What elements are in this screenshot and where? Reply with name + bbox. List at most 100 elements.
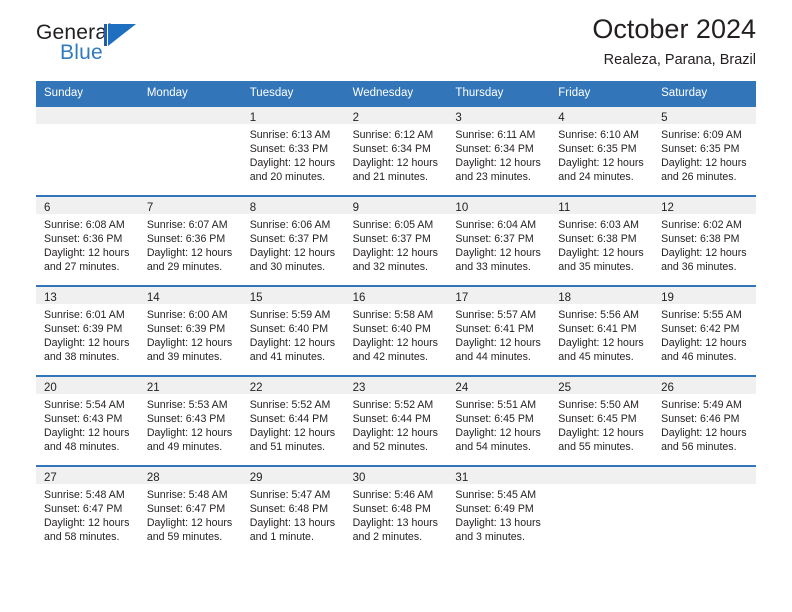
day-cell[interactable]: 8 Sunrise: 6:06 AM Sunset: 6:37 PM Daylight… — [241, 196, 345, 285]
daylight-text: Daylight: 12 hours and 45 minutes. — [558, 336, 644, 363]
daylight-text: Daylight: 12 hours and 54 minutes. — [455, 426, 541, 453]
sunset-text: Sunset: 6:41 PM — [558, 322, 637, 335]
sunset-text: Sunset: 6:48 PM — [249, 502, 329, 515]
day-cell[interactable]: 2 Sunrise: 6:12 AM Sunset: 6:34 PM Daylight… — [344, 106, 448, 195]
daylight-text: Daylight: 13 hours and 3 minutes. — [455, 516, 541, 543]
day-number-band — [138, 106, 242, 124]
day-cell[interactable]: 1 Sunrise: 6:13 AM Sunset: 6:33 PM Daylight… — [241, 106, 345, 195]
day-cell[interactable]: 6 Sunrise: 6:08 AM Sunset: 6:36 PM Daylight… — [36, 196, 139, 285]
day-cell[interactable]: 18 Sunrise: 5:56 AM Sunset: 6:41 PM Dayligh… — [550, 286, 654, 375]
day-cell[interactable]: 12 Sunrise: 6:02 AM Sunset: 6:38 PM Dayligh… — [653, 196, 756, 285]
sunrise-text: Sunrise: 5:47 AM — [249, 488, 331, 501]
day-cell[interactable]: 29 Sunrise: 5:47 AM Sunset: 6:48 PM Dayligh… — [241, 466, 345, 555]
daylight-text: Daylight: 12 hours and 51 minutes. — [249, 426, 336, 453]
day-number: 26 — [661, 381, 674, 394]
day-cell[interactable]: 9 Sunrise: 6:05 AM Sunset: 6:37 PM Daylight… — [344, 196, 448, 285]
sunset-text: Sunset: 6:39 PM — [44, 322, 123, 335]
day-number-band — [36, 106, 139, 124]
day-details: Sunrise: 5:52 AM Sunset: 6:44 PM Daylight:… — [345, 394, 448, 454]
day-number: 1 — [249, 111, 257, 124]
sunset-text: Sunset: 6:36 PM — [44, 232, 123, 245]
weekday-header-sunday: Sunday — [44, 87, 84, 99]
day-cell[interactable]: 4 Sunrise: 6:10 AM Sunset: 6:35 PM Daylight… — [550, 106, 654, 195]
day-number-band: 11 — [550, 196, 654, 214]
day-cell[interactable]: 27 Sunrise: 5:48 AM Sunset: 6:47 PM Dayligh… — [36, 466, 139, 555]
sunrise-text: Sunrise: 6:12 AM — [352, 128, 434, 141]
day-details: Sunrise: 6:10 AM Sunset: 6:35 PM Daylight:… — [550, 124, 653, 184]
day-cell-empty — [138, 106, 242, 195]
day-cell[interactable]: 15 Sunrise: 5:59 AM Sunset: 6:40 PM Dayligh… — [241, 286, 345, 375]
day-number-band: 12 — [653, 196, 756, 214]
general-blue-logo[interactable]: General Blue — [36, 22, 156, 68]
day-number: 16 — [352, 291, 366, 304]
day-details: Sunrise: 5:51 AM Sunset: 6:45 PM Daylight:… — [447, 394, 550, 454]
day-cell[interactable]: 14 Sunrise: 6:00 AM Sunset: 6:39 PM Dayligh… — [138, 286, 242, 375]
day-cell[interactable]: 26 Sunrise: 5:49 AM Sunset: 6:46 PM Dayligh… — [653, 376, 756, 465]
sunrise-text: Sunrise: 5:54 AM — [44, 398, 125, 411]
day-cell[interactable]: 20 Sunrise: 5:54 AM Sunset: 6:43 PM Dayligh… — [36, 376, 139, 465]
day-cell[interactable]: 17 Sunrise: 5:57 AM Sunset: 6:41 PM Dayligh… — [447, 286, 551, 375]
triangle-flag-icon — [104, 24, 136, 46]
sunset-text: Sunset: 6:34 PM — [352, 142, 431, 155]
day-number-band: 10 — [447, 196, 551, 214]
weekday-header-friday: Friday — [558, 87, 591, 99]
day-cell[interactable]: 22 Sunrise: 5:52 AM Sunset: 6:44 PM Dayligh… — [241, 376, 345, 465]
day-number-band: 17 — [447, 286, 551, 304]
day-details: Sunrise: 5:52 AM Sunset: 6:44 PM Daylight:… — [242, 394, 345, 454]
weekday-header-saturday: Saturday — [661, 87, 708, 99]
daylight-text: Daylight: 12 hours and 41 minutes. — [249, 336, 336, 363]
calendar-week-row: 20 Sunrise: 5:54 AM Sunset: 6:43 PM Dayligh… — [36, 374, 756, 465]
day-cell[interactable]: 16 Sunrise: 5:58 AM Sunset: 6:40 PM Dayligh… — [344, 286, 448, 375]
daylight-text: Daylight: 12 hours and 55 minutes. — [558, 426, 644, 453]
day-cell[interactable]: 25 Sunrise: 5:50 AM Sunset: 6:45 PM Dayligh… — [550, 376, 654, 465]
daylight-text: Daylight: 12 hours and 49 minutes. — [146, 426, 233, 453]
day-details: Sunrise: 5:54 AM Sunset: 6:43 PM Daylight:… — [36, 394, 139, 454]
day-cell[interactable]: 31 Sunrise: 5:45 AM Sunset: 6:49 PM Dayligh… — [447, 466, 551, 555]
daylight-text: Daylight: 12 hours and 36 minutes. — [661, 246, 747, 273]
sunrise-text: Sunrise: 5:50 AM — [558, 398, 639, 411]
day-cell[interactable]: 19 Sunrise: 5:55 AM Sunset: 6:42 PM Dayligh… — [653, 286, 756, 375]
sunrise-text: Sunrise: 5:45 AM — [455, 488, 537, 501]
sunrise-text: Sunrise: 5:53 AM — [146, 398, 228, 411]
day-number-band: 25 — [550, 376, 654, 394]
sunrise-text: Sunrise: 6:07 AM — [146, 218, 228, 231]
sunset-text: Sunset: 6:46 PM — [661, 412, 740, 425]
day-number: 29 — [249, 471, 263, 484]
day-cell-empty — [653, 466, 756, 555]
day-cell[interactable]: 23 Sunrise: 5:52 AM Sunset: 6:44 PM Dayligh… — [344, 376, 448, 465]
day-number: 4 — [558, 111, 565, 124]
daylight-text: Daylight: 12 hours and 32 minutes. — [352, 246, 438, 273]
day-cell[interactable]: 5 Sunrise: 6:09 AM Sunset: 6:35 PM Daylight… — [653, 106, 756, 195]
sunrise-text: Sunrise: 6:13 AM — [249, 128, 331, 141]
day-cell[interactable]: 13 Sunrise: 6:01 AM Sunset: 6:39 PM Dayligh… — [36, 286, 139, 375]
day-number: 2 — [352, 111, 359, 124]
day-details: Sunrise: 6:02 AM Sunset: 6:38 PM Daylight:… — [653, 214, 756, 274]
daylight-text: Daylight: 12 hours and 46 minutes. — [661, 336, 747, 363]
day-cell[interactable]: 7 Sunrise: 6:07 AM Sunset: 6:36 PM Daylight… — [138, 196, 242, 285]
day-details: Sunrise: 6:09 AM Sunset: 6:35 PM Daylight:… — [653, 124, 756, 184]
sunset-text: Sunset: 6:45 PM — [455, 412, 534, 425]
day-details: Sunrise: 5:48 AM Sunset: 6:47 PM Daylight:… — [36, 484, 139, 544]
day-cell[interactable]: 11 Sunrise: 6:03 AM Sunset: 6:38 PM Dayligh… — [550, 196, 654, 285]
day-cell[interactable]: 24 Sunrise: 5:51 AM Sunset: 6:45 PM Dayligh… — [447, 376, 551, 465]
day-number-band: 8 — [241, 196, 345, 214]
daylight-text: Daylight: 12 hours and 52 minutes. — [352, 426, 438, 453]
daylight-text: Daylight: 12 hours and 48 minutes. — [44, 426, 130, 453]
day-cell[interactable]: 30 Sunrise: 5:46 AM Sunset: 6:48 PM Dayligh… — [344, 466, 448, 555]
day-number-band: 15 — [241, 286, 345, 304]
day-number: 6 — [44, 201, 51, 214]
day-cell-empty — [550, 466, 654, 555]
sunset-text: Sunset: 6:37 PM — [455, 232, 534, 245]
page-title: October 2024 — [592, 14, 756, 44]
day-cell[interactable]: 10 Sunrise: 6:04 AM Sunset: 6:37 PM Dayligh… — [447, 196, 551, 285]
sunset-text: Sunset: 6:47 PM — [44, 502, 123, 515]
sunrise-text: Sunrise: 6:01 AM — [44, 308, 125, 321]
sunset-text: Sunset: 6:36 PM — [146, 232, 226, 245]
day-details: Sunrise: 6:01 AM Sunset: 6:39 PM Daylight:… — [36, 304, 139, 364]
day-cell[interactable]: 3 Sunrise: 6:11 AM Sunset: 6:34 PM Daylight… — [447, 106, 551, 195]
day-cell[interactable]: 21 Sunrise: 5:53 AM Sunset: 6:43 PM Dayligh… — [138, 376, 242, 465]
day-cell[interactable]: 28 Sunrise: 5:48 AM Sunset: 6:47 PM Dayligh… — [138, 466, 242, 555]
calendar-weeks: 1 Sunrise: 6:13 AM Sunset: 6:33 PM Daylight… — [36, 106, 756, 555]
sunset-text: Sunset: 6:37 PM — [352, 232, 431, 245]
day-number-band: 9 — [344, 196, 448, 214]
